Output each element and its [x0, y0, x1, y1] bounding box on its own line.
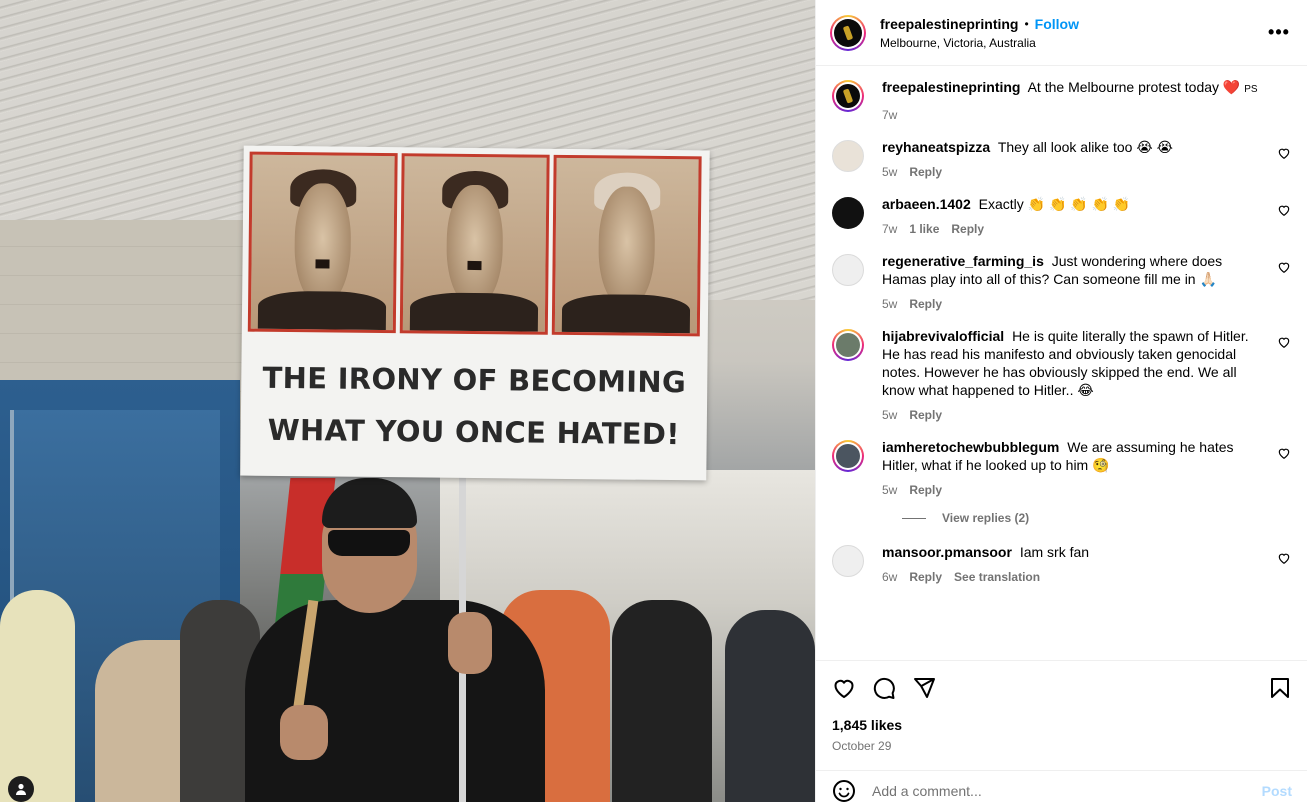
protester-hand: [280, 705, 328, 760]
caption-time: 7w: [882, 108, 898, 122]
commenter-avatar[interactable]: [832, 140, 864, 172]
post-caption: freepalestineprinting At the Melbourne p…: [832, 78, 1291, 124]
post-side-panel: freepalestineprinting • Follow Melbourne…: [815, 0, 1307, 802]
portrait: [247, 151, 398, 334]
add-comment-bar: Post: [816, 770, 1307, 802]
heart-icon[interactable]: [832, 676, 856, 700]
post-comment-button[interactable]: Post: [1262, 783, 1292, 799]
comment: arbaeen.1402 Exactly 👏 👏 👏 👏 👏 7w 1 like…: [832, 195, 1291, 238]
heart-icon[interactable]: [1277, 446, 1291, 460]
tagged-user-icon[interactable]: [8, 776, 34, 802]
follow-button[interactable]: Follow: [1035, 16, 1079, 32]
protester-cap: [322, 478, 417, 528]
post-date: October 29: [832, 739, 892, 753]
post-header: freepalestineprinting • Follow Melbourne…: [816, 0, 1307, 66]
see-translation-button[interactable]: See translation: [954, 568, 1040, 586]
view-replies-label[interactable]: View replies (2): [942, 511, 1029, 525]
heart-icon[interactable]: [1277, 146, 1291, 160]
bystander: [612, 600, 712, 802]
comment-time: 5w: [882, 408, 898, 422]
reply-button[interactable]: Reply: [951, 220, 984, 238]
caption-text: At the Melbourne protest today ❤️: [1027, 79, 1241, 95]
bystander: [725, 610, 815, 802]
comment-text: They all look alike too 😭 😭: [997, 139, 1173, 155]
comment-input[interactable]: [872, 782, 1262, 799]
commenter-avatar[interactable]: [832, 254, 864, 286]
sign-line-1: THE IRONY OF BECOMING: [262, 360, 687, 400]
reply-button[interactable]: Reply: [909, 568, 942, 586]
bystander: [0, 590, 75, 802]
comment-time: 6w: [882, 570, 898, 584]
comment-time: 5w: [882, 483, 898, 497]
reply-button[interactable]: Reply: [909, 406, 942, 424]
comment: hijabrevivalofficial He is quite literal…: [832, 327, 1291, 424]
comment: iamheretochewbubblegum We are assuming h…: [832, 438, 1291, 499]
comment-time: 5w: [882, 165, 898, 179]
comment-username[interactable]: regenerative_farming_is: [882, 253, 1044, 269]
view-replies-button[interactable]: View replies (2): [902, 511, 1291, 525]
commenter-avatar[interactable]: [832, 329, 864, 361]
comment-icon[interactable]: [872, 676, 896, 700]
comment: regenerative_farming_is Just wondering w…: [832, 252, 1291, 313]
sign-text: THE IRONY OF BECOMING WHAT YOU ONCE HATE…: [240, 352, 707, 461]
heart-icon[interactable]: [1277, 203, 1291, 217]
emoji-icon[interactable]: [832, 779, 856, 802]
sign-portraits: [247, 151, 702, 337]
comment-username[interactable]: arbaeen.1402: [882, 196, 971, 212]
author-avatar[interactable]: [830, 14, 866, 51]
reply-button[interactable]: Reply: [909, 163, 942, 181]
comment: reyhaneatspizza They all look alike too …: [832, 138, 1291, 181]
bookmark-icon[interactable]: [1268, 676, 1292, 700]
comment-username[interactable]: hijabrevivalofficial: [882, 328, 1004, 344]
instagram-post-view: THE IRONY OF BECOMING WHAT YOU ONCE HATE…: [0, 0, 1307, 802]
commenter-avatar[interactable]: [832, 197, 864, 229]
comment-text: Iam srk fan: [1019, 544, 1090, 560]
post-photo[interactable]: THE IRONY OF BECOMING WHAT YOU ONCE HATE…: [0, 0, 815, 802]
commenter-avatar[interactable]: [832, 440, 864, 472]
comments-list: freepalestineprinting At the Melbourne p…: [816, 66, 1307, 660]
share-icon[interactable]: [912, 676, 936, 700]
post-location[interactable]: Melbourne, Victoria, Australia: [880, 36, 1267, 50]
sunglasses: [328, 530, 410, 556]
protester-hand: [448, 612, 492, 674]
sign-line-2: WHAT YOU ONCE HATED!: [267, 412, 680, 452]
protest-sign: THE IRONY OF BECOMING WHAT YOU ONCE HATE…: [240, 145, 710, 481]
comment-time: 7w: [882, 222, 898, 236]
protester-body: [245, 600, 545, 802]
author-username[interactable]: freepalestineprinting: [880, 16, 1018, 32]
comment-likes[interactable]: 1 like: [909, 220, 939, 238]
caption-avatar[interactable]: [832, 80, 864, 112]
caption-username[interactable]: freepalestineprinting: [882, 79, 1020, 95]
comment-time: 5w: [882, 297, 898, 311]
comment-username[interactable]: reyhaneatspizza: [882, 139, 990, 155]
comment-username[interactable]: iamheretochewbubblegum: [882, 439, 1059, 455]
comment-text: Exactly 👏 👏 👏 👏 👏: [978, 196, 1131, 212]
likes-count[interactable]: 1,845 likes: [832, 717, 1292, 733]
comment-username[interactable]: mansoor.pmansoor: [882, 544, 1012, 560]
comment: mansoor.pmansoor Iam srk fan 6w Reply Se…: [832, 543, 1291, 586]
reply-button[interactable]: Reply: [909, 295, 942, 313]
reply-button[interactable]: Reply: [909, 481, 942, 499]
commenter-avatar[interactable]: [832, 545, 864, 577]
caption-suffix: PS: [1244, 84, 1258, 95]
heart-icon[interactable]: [1277, 335, 1291, 349]
portrait: [551, 154, 702, 337]
post-actions: 1,845 likes October 29: [816, 660, 1307, 753]
more-options-icon[interactable]: •••: [1267, 22, 1291, 43]
separator-dot: •: [1024, 16, 1029, 31]
portrait: [399, 153, 550, 335]
heart-icon[interactable]: [1277, 551, 1291, 565]
heart-icon[interactable]: [1277, 260, 1291, 274]
